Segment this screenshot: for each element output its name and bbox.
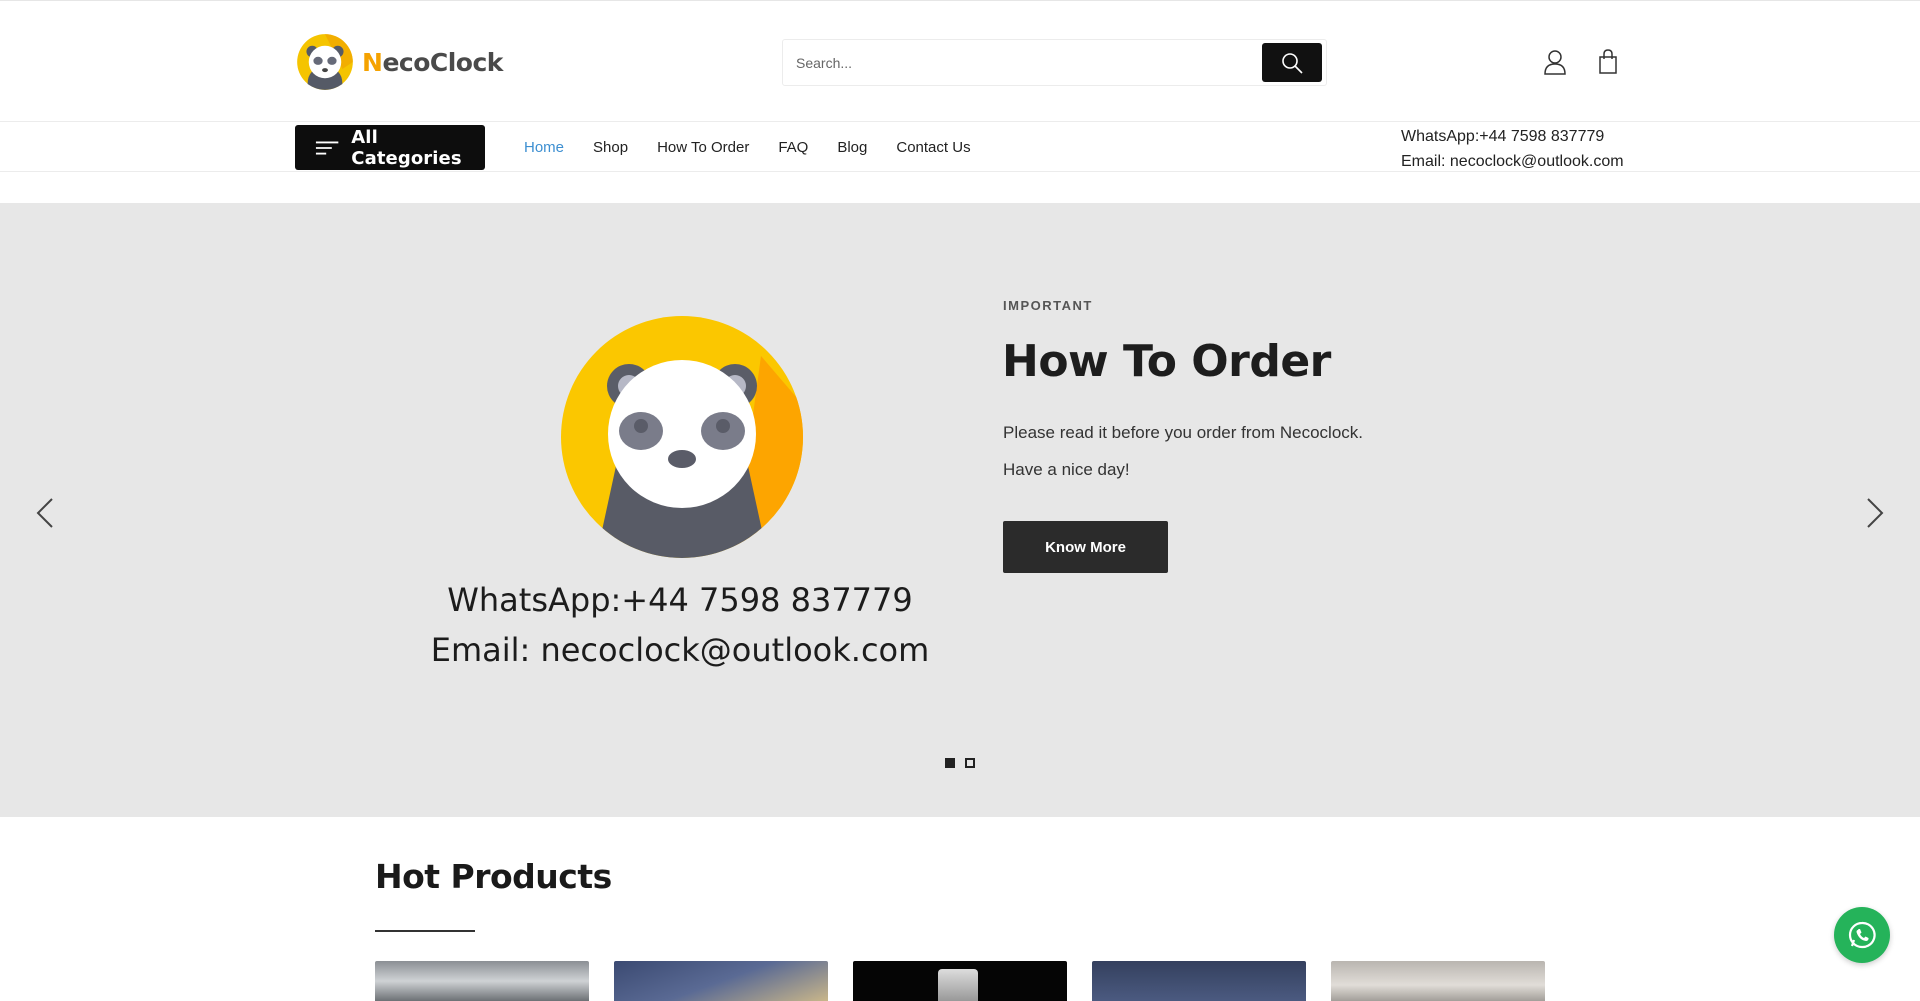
product-card-image[interactable]	[1092, 961, 1306, 1001]
all-categories-button[interactable]: All Categories	[295, 125, 485, 170]
hot-products-heading: Hot Products	[375, 857, 612, 896]
slide-image-email: Email: necoclock@outlook.com	[430, 631, 930, 669]
slide-image-whatsapp: WhatsApp:+44 7598 837779	[447, 581, 913, 619]
main-nav-bar: All Categories Home Shop How To Order FA…	[0, 122, 1920, 172]
nav-link-shop[interactable]: Shop	[593, 139, 628, 156]
slider-prev-button[interactable]	[30, 493, 60, 533]
hero-slider: WhatsApp:+44 7598 837779 Email: necocloc…	[0, 203, 1920, 817]
cart-button[interactable]	[1594, 48, 1622, 76]
nav-link-blog[interactable]: Blog	[837, 139, 867, 156]
slide-title: How To Order	[1002, 336, 1331, 387]
account-button[interactable]	[1541, 48, 1569, 76]
all-categories-label: All Categories	[351, 126, 462, 169]
site-header: NecoClock	[0, 0, 1920, 122]
slider-pagination	[945, 758, 975, 768]
section-divider	[375, 930, 475, 932]
nav-link-home[interactable]: Home	[524, 139, 564, 156]
header-whatsapp: WhatsApp:+44 7598 837779	[1401, 128, 1605, 145]
chevron-right-icon	[1867, 498, 1884, 528]
header-contact-info: WhatsApp:+44 7598 837779 Email: necocloc…	[1401, 124, 1624, 174]
shopping-bag-icon	[1599, 49, 1617, 74]
nav-link-how-to-order[interactable]: How To Order	[657, 139, 749, 156]
slide-eyebrow: IMPORTANT	[1003, 298, 1093, 313]
slide-text-line-1: Please read it before you order from Nec…	[1003, 423, 1364, 442]
panda-slide-image	[561, 316, 803, 558]
site-logo[interactable]: NecoClock	[296, 33, 503, 91]
search-icon	[1282, 52, 1303, 74]
product-card-image[interactable]	[853, 961, 1067, 1001]
nav-links: Home Shop How To Order FAQ Blog Contact …	[524, 122, 1000, 172]
site-logo-text: NecoClock	[362, 48, 503, 77]
search-bar	[782, 39, 1327, 86]
logo-name-rest: ecoClock	[382, 47, 503, 77]
nav-link-contact-us[interactable]: Contact Us	[896, 139, 970, 156]
panda-logo-icon	[297, 34, 353, 90]
header-email: Email: necoclock@outlook.com	[1401, 153, 1624, 170]
whatsapp-icon	[1848, 921, 1876, 949]
chevron-left-icon	[36, 498, 53, 528]
slide-text-line-2: Have a nice day!	[1003, 460, 1130, 479]
menu-icon	[315, 140, 339, 155]
slider-dot-1[interactable]	[945, 758, 955, 768]
nav-link-faq[interactable]: FAQ	[778, 139, 808, 156]
search-input[interactable]	[783, 40, 1262, 85]
search-button[interactable]	[1262, 43, 1322, 82]
product-card-image[interactable]	[375, 961, 589, 1001]
know-more-button[interactable]: Know More	[1003, 521, 1168, 573]
slider-next-button[interactable]	[1860, 493, 1890, 533]
user-icon	[1544, 50, 1566, 75]
product-card-image[interactable]	[1331, 961, 1545, 1001]
slider-dot-2[interactable]	[965, 758, 975, 768]
product-card-image[interactable]	[614, 961, 828, 1001]
product-grid	[375, 961, 1545, 1001]
logo-initial: N	[362, 47, 383, 77]
whatsapp-chat-button[interactable]	[1834, 907, 1890, 963]
